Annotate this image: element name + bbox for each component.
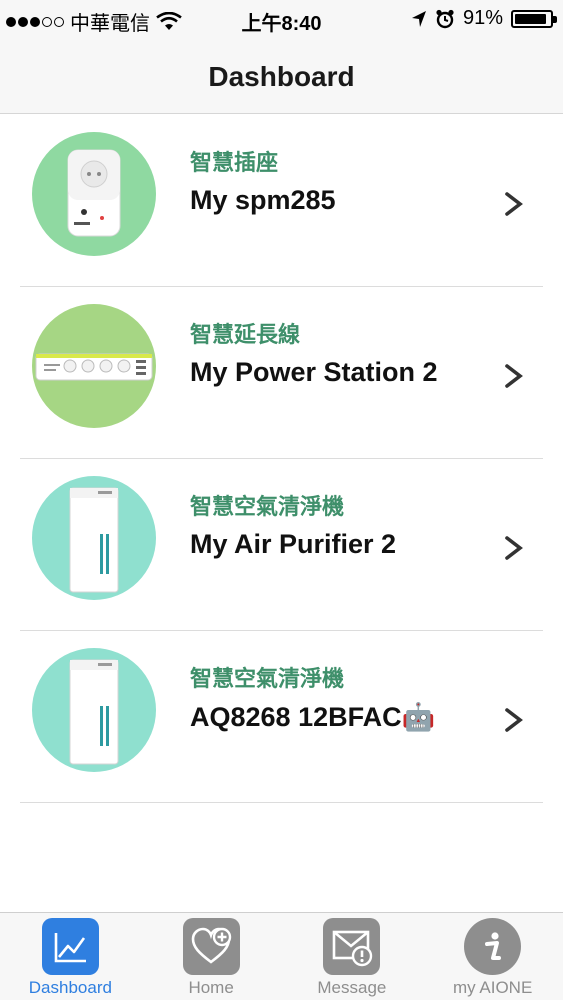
tab-my-aione[interactable]: my AIONE — [422, 913, 563, 1000]
navigation-bar: Dashboard — [0, 40, 563, 114]
device-category: 智慧空氣清淨機 — [190, 666, 345, 691]
tab-message[interactable]: Message — [282, 913, 423, 1000]
device-category: 智慧延長線 — [190, 322, 301, 347]
chevron-right-icon — [505, 192, 523, 216]
device-row[interactable]: 智慧空氣清淨機 AQ8268 12BFAC🤖 — [0, 631, 563, 803]
battery-fill — [515, 13, 546, 24]
device-row[interactable]: 智慧延長線 My Power Station 2 — [0, 287, 563, 459]
device-category: 智慧空氣清淨機 — [190, 494, 345, 519]
tab-bar: Dashboard Home Message my AIONE — [0, 912, 563, 1000]
air-purifier-thumbnail — [32, 476, 156, 600]
air-purifier-icon — [69, 659, 119, 765]
device-row[interactable]: 智慧空氣清淨機 My Air Purifier 2 — [0, 459, 563, 631]
battery-icon — [511, 9, 557, 28]
status-right: 91% — [411, 7, 557, 30]
device-name: My Power Station 2 — [190, 357, 438, 387]
device-name: My spm285 — [190, 185, 336, 215]
chevron-right-icon — [505, 536, 523, 560]
chart-line-icon — [41, 918, 99, 975]
smart-plug-icon — [67, 149, 121, 237]
tab-dashboard[interactable]: Dashboard — [0, 913, 141, 1000]
power-strip-thumbnail — [32, 304, 156, 428]
tab-home[interactable]: Home — [141, 913, 282, 1000]
device-name: AQ8268 12BFAC🤖 — [190, 702, 436, 732]
smart-plug-thumbnail — [32, 132, 156, 256]
air-purifier-thumbnail — [32, 648, 156, 772]
device-category: 智慧插座 — [190, 150, 279, 175]
air-purifier-icon — [69, 487, 119, 593]
tab-label: Home — [188, 978, 234, 997]
battery-percent: 91% — [462, 7, 503, 29]
device-row[interactable]: 智慧插座 My spm285 — [0, 115, 563, 287]
tab-label: Message — [317, 978, 387, 997]
info-icon — [464, 918, 522, 975]
chevron-right-icon — [505, 364, 523, 388]
tab-label: Dashboard — [28, 978, 112, 997]
heart-plus-icon — [182, 918, 240, 975]
device-list: 智慧插座 My spm285 智慧延長線 My Power Station 2 … — [0, 115, 563, 803]
tab-label: my AIONE — [452, 978, 533, 997]
status-bar: 中華電信 上午8:40 91% — [0, 0, 563, 40]
device-name: My Air Purifier 2 — [190, 529, 397, 559]
chevron-right-icon — [505, 708, 523, 732]
power-strip-icon — [35, 353, 153, 381]
location-arrow-icon — [411, 10, 426, 27]
alarm-clock-icon — [436, 9, 454, 28]
message-alert-icon — [323, 918, 381, 975]
page-title: Dashboard — [208, 60, 355, 92]
